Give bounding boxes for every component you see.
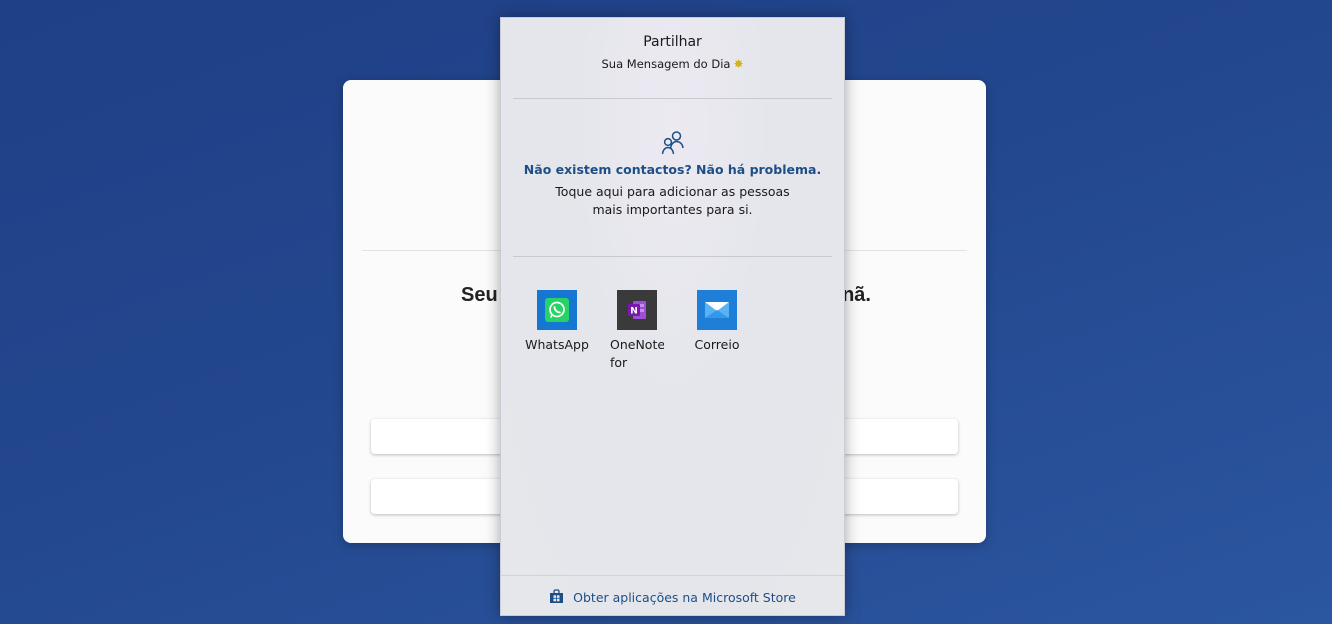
share-app-list: WhatsApp N OneNote for Windows bbox=[517, 290, 757, 372]
app-onenote[interactable]: N OneNote for Windows bbox=[597, 290, 677, 372]
app-label: Correio bbox=[694, 337, 740, 352]
whatsapp-icon bbox=[537, 290, 577, 330]
app-mail[interactable]: Correio bbox=[677, 290, 757, 372]
microsoft-store-link[interactable]: Obter aplicações na Microsoft Store bbox=[501, 575, 844, 618]
share-flyout: Partilhar Sua Mensagem do Dia ✸ Não exist… bbox=[500, 17, 845, 616]
header-divider bbox=[513, 98, 832, 99]
onenote-icon: N bbox=[617, 290, 657, 330]
background-message-right: nã. bbox=[842, 284, 871, 306]
people-icon bbox=[661, 131, 684, 155]
app-whatsapp[interactable]: WhatsApp bbox=[517, 290, 597, 372]
share-subtitle-text: Sua Mensagem do Dia bbox=[601, 57, 731, 71]
svg-text:N: N bbox=[630, 307, 638, 317]
contacts-title: Não existem contactos? Não há problema. bbox=[523, 162, 822, 177]
share-title: Partilhar bbox=[643, 34, 702, 50]
contacts-divider bbox=[513, 256, 832, 257]
store-bag-icon bbox=[550, 588, 564, 603]
add-contacts-prompt[interactable]: Não existem contactos? Não há problema. … bbox=[501, 130, 844, 219]
store-link-label: Obter aplicações na Microsoft Store bbox=[573, 589, 796, 605]
mail-icon bbox=[697, 290, 737, 330]
app-label: WhatsApp bbox=[525, 337, 589, 352]
share-subtitle: Sua Mensagem do Dia ✸ bbox=[501, 57, 844, 71]
sparkle-emoji-icon: ✸ bbox=[733, 57, 744, 71]
contacts-description: Toque aqui para adicionar as pessoas mai… bbox=[555, 184, 790, 217]
app-label: OneNote for Windows bbox=[610, 337, 664, 370]
share-header: Partilhar Sua Mensagem do Dia ✸ bbox=[501, 18, 844, 98]
background-message-left: Seu bbox=[461, 284, 498, 306]
